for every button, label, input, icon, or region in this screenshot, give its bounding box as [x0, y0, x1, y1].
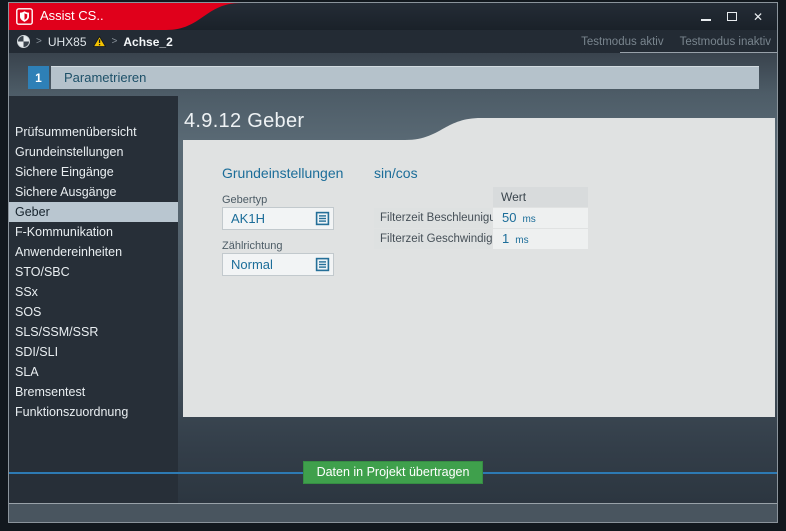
breadcrumb: > UHX85 > Achse_2: [17, 30, 173, 53]
breadcrumb-bar: > UHX85 > Achse_2 Testmodus aktiv Testmo…: [9, 30, 777, 53]
warning-triangle-icon: [92, 36, 106, 47]
sidebar-nav: Prüfsummenübersicht Grundeinstellungen S…: [9, 122, 178, 422]
table-header-wert: Wert: [493, 187, 588, 207]
sphere-icon: [17, 35, 30, 48]
transfer-to-project-button[interactable]: Daten in Projekt übertragen: [303, 461, 483, 484]
page-title: 4.9.12 Geber: [184, 110, 305, 132]
step-number-badge: 1: [28, 66, 49, 89]
section-title-sincos: sin/cos: [374, 165, 418, 181]
value-number: 50: [502, 210, 517, 225]
value-unit: ms: [515, 235, 529, 246]
sidebar-item-pruefsummenuebersicht[interactable]: Prüfsummenübersicht: [9, 122, 178, 142]
table-header-spacer: [374, 187, 491, 207]
value-number: 1: [502, 231, 510, 246]
zaehlrichtung-label: Zählrichtung: [222, 240, 283, 252]
row-value-filterzeit-geschwindigkeit[interactable]: 1 ms: [493, 229, 588, 249]
sidebar-item-f-kommunikation[interactable]: F-Kommunikation: [9, 222, 178, 242]
breadcrumb-axis[interactable]: Achse_2: [123, 35, 172, 49]
sidebar-item-bremsentest[interactable]: Bremsentest: [9, 382, 178, 402]
gebertyp-label: Gebertyp: [222, 194, 268, 206]
sidebar-item-sla[interactable]: SLA: [9, 362, 178, 382]
section-title-grundeinstellungen: Grundeinstellungen: [222, 165, 344, 181]
row-label-filterzeit-geschwindigkeit: Filterzeit Geschwindigkeit: [374, 229, 510, 249]
sincos-table: Wert Filterzeit Beschleunigung 50 ms Filt…: [374, 187, 588, 249]
shield-icon: [16, 8, 33, 30]
list-icon[interactable]: [315, 257, 330, 277]
close-icon[interactable]: ✕: [751, 10, 765, 24]
zaehlrichtung-value: Normal: [231, 257, 273, 272]
title-bar: Assist CS.. ✕: [9, 3, 777, 30]
list-icon[interactable]: [315, 211, 330, 231]
chevron-right-icon: >: [111, 36, 118, 47]
maximize-icon[interactable]: [725, 10, 739, 24]
sidebar-item-sichere-eingaenge[interactable]: Sichere Eingänge: [9, 162, 178, 182]
sidebar-item-sdi-sli[interactable]: SDI/SLI: [9, 342, 178, 362]
chevron-right-icon: >: [36, 36, 42, 47]
sidebar: Prüfsummenübersicht Grundeinstellungen S…: [9, 96, 178, 503]
value-unit: ms: [522, 214, 536, 225]
sidebar-item-sls-ssm-ssr[interactable]: SLS/SSM/SSR: [9, 322, 178, 342]
app-title: Assist CS..: [40, 8, 104, 23]
gebertyp-value: AK1H: [231, 211, 265, 226]
sidebar-item-funktionszuordnung[interactable]: Funktionszuordnung: [9, 402, 178, 422]
zaehlrichtung-dropdown[interactable]: Normal: [222, 253, 334, 276]
sidebar-item-geber[interactable]: Geber: [9, 202, 178, 222]
sidebar-item-sichere-ausgaenge[interactable]: Sichere Ausgänge: [9, 182, 178, 202]
sidebar-item-sto-sbc[interactable]: STO/SBC: [9, 262, 178, 282]
sidebar-item-anwendereinheiten[interactable]: Anwendereinheiten: [9, 242, 178, 262]
testmode-active-button[interactable]: Testmodus aktiv: [581, 36, 663, 48]
gebertyp-dropdown[interactable]: AK1H: [222, 207, 334, 230]
sidebar-item-sos[interactable]: SOS: [9, 302, 178, 322]
window-controls: ✕: [699, 3, 765, 30]
sidebar-item-ssx[interactable]: SSx: [9, 282, 178, 302]
status-bar: [9, 503, 777, 523]
minimize-icon[interactable]: [699, 10, 713, 24]
app-window: Assist CS.. ✕ > UHX85 > Achse_2 Testmodu…: [0, 0, 786, 531]
row-value-filterzeit-beschleunigung[interactable]: 50 ms: [493, 208, 588, 228]
breadcrumb-device[interactable]: UHX85: [48, 35, 87, 49]
testmode-inactive-button[interactable]: Testmodus inaktiv: [680, 36, 771, 48]
tab-parametrieren[interactable]: Parametrieren: [51, 66, 759, 89]
row-label-filterzeit-beschleunigung: Filterzeit Beschleunigung: [374, 208, 509, 228]
testmode-toggle: Testmodus aktiv Testmodus inaktiv: [581, 30, 771, 53]
testmode-underline: [620, 52, 777, 53]
sidebar-item-grundeinstellungen[interactable]: Grundeinstellungen: [9, 142, 178, 162]
